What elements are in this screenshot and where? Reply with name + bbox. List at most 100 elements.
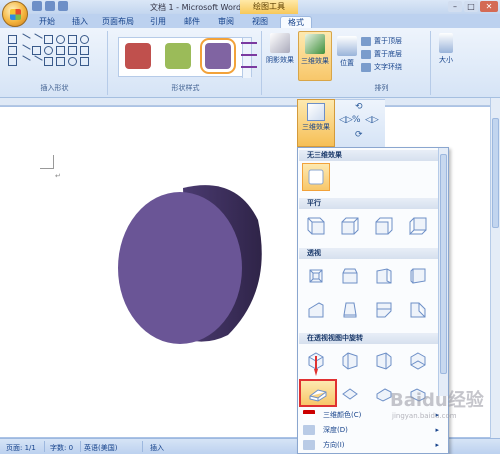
- oval-icon[interactable]: [56, 35, 65, 44]
- tilt-down-icon[interactable]: ⟳: [355, 130, 363, 140]
- status-page[interactable]: 页面: 1/1: [6, 443, 36, 453]
- menu-direction[interactable]: 方向(I) ▸: [299, 438, 447, 452]
- shadow-effect-button[interactable]: 阴影效果: [263, 31, 297, 81]
- three-d-effects-button[interactable]: 三维效果: [297, 99, 335, 147]
- perspective-option-3[interactable]: [370, 262, 398, 290]
- perspective-option-2[interactable]: [336, 262, 364, 290]
- tilt-up-icon[interactable]: ⟲: [355, 102, 363, 112]
- three-d-cylinder-shape[interactable]: [118, 180, 268, 350]
- three-d-effect-ribbon-button[interactable]: 三维效果: [298, 31, 332, 81]
- office-button[interactable]: [2, 1, 28, 27]
- freeform-icon[interactable]: [30, 55, 43, 68]
- rectangle-icon[interactable]: [44, 35, 53, 44]
- callout-icon[interactable]: [80, 46, 89, 55]
- brace-icon[interactable]: [44, 57, 53, 66]
- perspective-option-6[interactable]: [336, 296, 364, 324]
- perspective-option-7[interactable]: [370, 296, 398, 324]
- status-insert-mode[interactable]: 插入: [150, 443, 164, 453]
- red-arrow-annotation: [314, 356, 318, 376]
- parallel-option-2[interactable]: [336, 212, 364, 240]
- text-wrap-button[interactable]: 文字环绕: [361, 62, 402, 72]
- horizontal-ruler: [0, 98, 500, 106]
- parallel-option-1[interactable]: [302, 212, 330, 240]
- shape-outline-icon[interactable]: [241, 47, 257, 56]
- tab-references[interactable]: 引用: [144, 16, 172, 28]
- shape-fill-icon[interactable]: [241, 35, 257, 44]
- position-button[interactable]: 位置: [333, 34, 361, 84]
- tilt-controls: ⟲ ◁▷ % ◁▷ ⟳: [335, 99, 385, 147]
- shape-palette: [8, 33, 90, 68]
- no-3d-effect-option[interactable]: [302, 163, 330, 191]
- style-swatch-purple[interactable]: [200, 38, 236, 74]
- cube-icon: [341, 217, 359, 235]
- tab-format[interactable]: 格式: [280, 16, 312, 28]
- perspective-option-5[interactable]: [302, 296, 330, 324]
- dropdown-scrollbar[interactable]: [438, 148, 448, 396]
- rotate-option-2[interactable]: [336, 347, 364, 375]
- perspective-option-1[interactable]: [302, 262, 330, 290]
- vertical-scrollbar[interactable]: [490, 98, 500, 438]
- rotate-option-3[interactable]: [370, 347, 398, 375]
- line-icon[interactable]: [18, 33, 31, 46]
- section-parallel: 平行: [299, 198, 438, 209]
- size-button[interactable]: 大小: [434, 31, 458, 81]
- undo-icon[interactable]: [45, 1, 55, 11]
- block-arrow-icon[interactable]: [56, 46, 65, 55]
- textbox-icon[interactable]: [68, 35, 77, 44]
- submenu-arrow-icon: ▸: [435, 441, 439, 449]
- maximize-button[interactable]: □: [464, 1, 478, 12]
- tab-review[interactable]: 审阅: [212, 16, 240, 28]
- menu-depth[interactable]: 深度(D) ▸: [299, 423, 447, 437]
- rotate-option-6[interactable]: [336, 379, 364, 407]
- status-words[interactable]: 字数: 0: [50, 443, 73, 453]
- parallelogram-icon[interactable]: [8, 57, 17, 66]
- section-rotate-perspective: 在透视视图中旋转: [299, 333, 438, 344]
- brace-right-icon[interactable]: [56, 57, 65, 66]
- star-icon[interactable]: [68, 46, 77, 55]
- scroll-thumb[interactable]: [492, 118, 499, 228]
- rectangle-icon[interactable]: [8, 35, 17, 44]
- parallel-option-4[interactable]: [404, 212, 432, 240]
- minimize-button[interactable]: –: [448, 1, 462, 12]
- three-d-effect-label: 三维效果: [301, 57, 329, 65]
- close-button[interactable]: ✕: [480, 1, 498, 12]
- change-shape-icon[interactable]: [241, 59, 257, 68]
- rotate-option-5-highlighted[interactable]: [299, 379, 337, 407]
- arc-icon[interactable]: [44, 46, 53, 55]
- tilt-right-icon[interactable]: ◁▷: [365, 115, 379, 125]
- cube-icon: [342, 352, 358, 370]
- tab-insert[interactable]: 插入: [66, 16, 94, 28]
- bring-front-button[interactable]: 置于顶层: [361, 36, 402, 46]
- save-icon[interactable]: [32, 1, 42, 11]
- cube-icon: [409, 217, 427, 235]
- send-back-button[interactable]: 置于底层: [361, 49, 402, 59]
- rotate-option-4[interactable]: [404, 347, 432, 375]
- perspective-option-8[interactable]: [404, 296, 432, 324]
- circle-icon[interactable]: [80, 35, 89, 44]
- arrow-icon[interactable]: [30, 33, 43, 46]
- toggle-3d-icon[interactable]: %: [352, 115, 361, 125]
- dropdown-scroll-thumb[interactable]: [440, 154, 447, 374]
- group-label-shape-styles: 形状样式: [171, 84, 200, 92]
- bracket-icon[interactable]: [32, 46, 41, 55]
- style-swatch-green[interactable]: [165, 43, 191, 69]
- star-shape-icon[interactable]: [68, 57, 77, 66]
- more-shapes-icon[interactable]: [80, 57, 89, 66]
- tab-home[interactable]: 开始: [32, 16, 62, 28]
- curve-icon[interactable]: [18, 55, 31, 68]
- tab-page-layout[interactable]: 页面布局: [98, 16, 138, 28]
- tab-mailings[interactable]: 邮件: [178, 16, 206, 28]
- style-swatch-red[interactable]: [125, 43, 151, 69]
- status-language[interactable]: 英语(美国): [84, 443, 117, 453]
- connector-icon[interactable]: [18, 44, 31, 57]
- parallel-option-3[interactable]: [370, 212, 398, 240]
- perspective-option-4[interactable]: [404, 262, 432, 290]
- cube-icon: [342, 268, 358, 284]
- position-label: 位置: [340, 59, 354, 67]
- triangle-icon[interactable]: [8, 46, 17, 55]
- tab-view[interactable]: 视图: [246, 16, 274, 28]
- redo-icon[interactable]: [58, 1, 68, 11]
- tilt-left-icon[interactable]: ◁▷: [339, 115, 353, 125]
- group-label-insert-shapes: 插入形状: [40, 84, 69, 92]
- cube-icon: [410, 268, 426, 284]
